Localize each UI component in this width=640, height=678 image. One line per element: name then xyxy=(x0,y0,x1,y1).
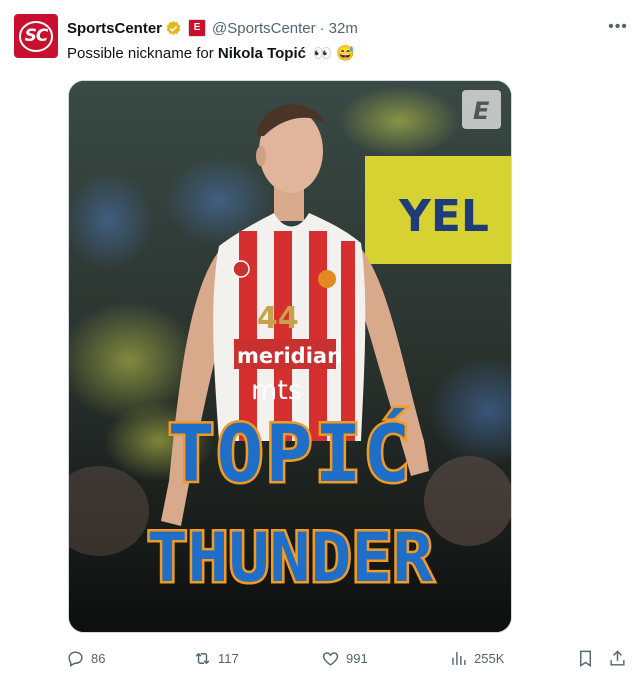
views-button[interactable]: 255K xyxy=(449,644,504,672)
views-count: 255K xyxy=(474,650,505,666)
tweet[interactable]: SC SportsCenter E @SportsCenter · 32m ••… xyxy=(0,0,640,678)
banner-text: YEL xyxy=(398,191,489,242)
avatar[interactable]: SC xyxy=(14,14,58,58)
verified-badge-icon[interactable] xyxy=(165,20,182,37)
corner-logo-icon: E xyxy=(473,97,490,125)
affiliate-badge-icon[interactable]: E xyxy=(188,19,207,37)
repost-count: 117 xyxy=(218,650,239,666)
like-button[interactable]: 991 xyxy=(321,644,368,672)
tweet-text-mention: Nikola Topić xyxy=(217,45,306,62)
tweet-actions: 86 117 991 255K xyxy=(0,644,640,672)
like-count: 991 xyxy=(346,650,368,666)
tweet-image[interactable]: YEL E 44 meridian mts TOPIĆ THUNDER xyxy=(68,80,512,633)
bookmark-button[interactable] xyxy=(576,644,601,672)
tweet-text-prefix: Possible nickname for xyxy=(67,45,218,62)
account-handle[interactable]: @SportsCenter xyxy=(212,20,316,37)
title-line-2: THUNDER xyxy=(147,519,434,598)
repost-button[interactable]: 117 xyxy=(193,644,239,672)
reply-button[interactable]: 86 xyxy=(66,644,105,672)
account-name[interactable]: SportsCenter xyxy=(67,20,162,37)
reply-icon xyxy=(68,650,83,667)
repost-icon xyxy=(195,652,210,664)
avatar-logo: SC xyxy=(18,20,54,52)
tweet-emoji: 👀 😅 xyxy=(313,45,355,62)
jersey-sponsor-2: mts xyxy=(251,375,302,406)
jersey-sponsor: meridian xyxy=(237,344,342,368)
title-line-1: TOPIĆ xyxy=(168,408,413,500)
share-button[interactable] xyxy=(608,644,633,672)
tweet-header: SportsCenter E @SportsCenter · 32m xyxy=(67,17,358,39)
views-icon xyxy=(452,651,466,665)
share-icon xyxy=(610,649,625,666)
tweet-text: Possible nickname for Nikola Topić 👀 😅 xyxy=(67,43,355,65)
more-icon[interactable]: ••• xyxy=(606,17,630,37)
like-icon xyxy=(322,651,339,666)
timestamp[interactable]: 32m xyxy=(329,20,358,37)
bookmark-icon xyxy=(580,650,591,667)
separator-dot: · xyxy=(319,19,325,37)
reply-count: 86 xyxy=(91,650,106,666)
jersey-number: 44 xyxy=(257,301,299,336)
